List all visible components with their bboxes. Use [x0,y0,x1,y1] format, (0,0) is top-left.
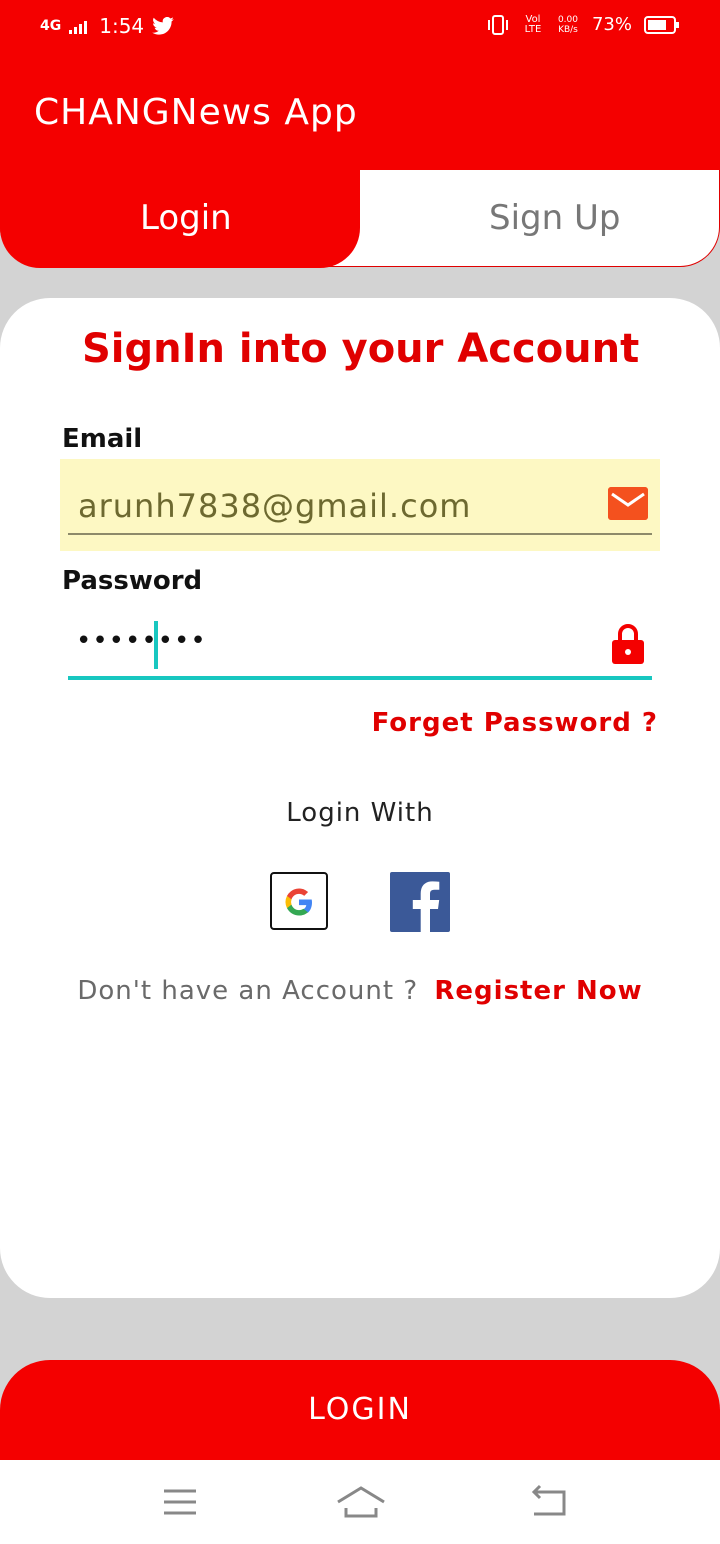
email-icon [608,487,648,520]
status-left: 4G 1:54 [40,14,174,38]
battery-percent: 73% [591,14,632,35]
facebook-icon [412,881,440,932]
home-icon[interactable] [336,1484,386,1520]
password-underline [68,676,652,680]
login-with-label: Login With [286,798,434,828]
page-title: SignIn into your Account [82,326,640,372]
twitter-icon [152,17,174,35]
google-icon [285,888,312,916]
email-value: arunh7838@gmail.com [78,487,472,525]
email-label: Email [62,424,143,454]
tab-login[interactable]: Login [0,170,360,268]
email-underline [68,533,652,535]
signal-icon [69,21,88,34]
tab-login-label: Login [140,198,232,238]
vibrate-icon [487,14,508,35]
password-label: Password [62,566,203,596]
status-right: Vol LTE 0.00 KB/s 73% [486,14,680,35]
google-login-button[interactable] [270,872,328,930]
menu-icon[interactable] [160,1484,200,1520]
back-icon[interactable] [528,1484,568,1520]
login-card: SignIn into your Account Email arunh7838… [0,298,720,1298]
network-indicator: 4G [40,18,62,34]
text-cursor [154,621,158,669]
auth-tabs: Sign Up Login [0,170,720,268]
register-row: Don't have an Account ? Register Now [0,976,720,1006]
password-value: •••••••• [76,626,207,656]
system-nav-bar [0,1460,720,1544]
volte-indicator: Vol LTE [524,13,542,35]
no-account-text: Don't have an Account ? [77,976,419,1006]
email-field[interactable]: arunh7838@gmail.com [60,459,660,551]
app-title: CHANGNews App [34,92,358,133]
status-time: 1:54 [99,14,145,38]
battery-icon [644,15,679,34]
status-bar: 4G 1:54 Vol LTE 0.00 KB/s 73% [0,0,720,56]
lock-icon [612,624,644,664]
app-bar: CHANGNews App [0,56,720,170]
register-now-link[interactable]: Register Now [434,976,642,1006]
password-field[interactable]: •••••••• [68,616,652,680]
data-rate: 0.00 KB/s [557,14,578,35]
facebook-login-button[interactable] [390,872,450,932]
tab-signup-label: Sign Up [489,198,621,238]
forget-password-link[interactable]: Forget Password ? [372,708,658,738]
login-button[interactable]: LOGIN [0,1360,720,1460]
